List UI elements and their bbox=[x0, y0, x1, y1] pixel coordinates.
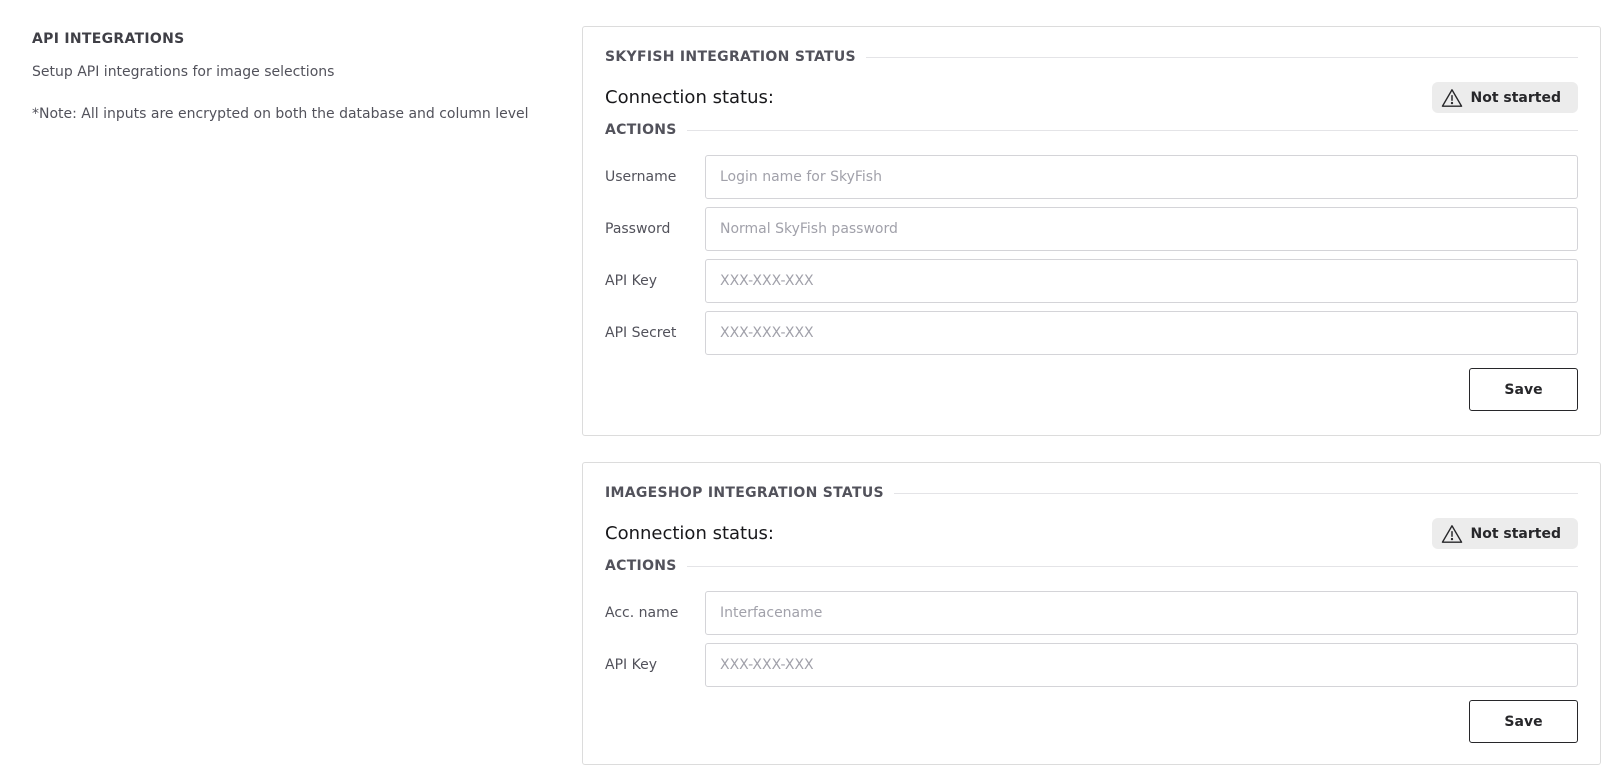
imageshop-status-title: IMAGESHOP INTEGRATION STATUS bbox=[605, 485, 884, 501]
warning-triangle-icon bbox=[1441, 88, 1462, 107]
divider bbox=[686, 129, 1578, 131]
api-key-label: API Key bbox=[605, 657, 657, 673]
status-badge-label: Not started bbox=[1470, 525, 1562, 542]
api-secret-input[interactable] bbox=[705, 311, 1578, 355]
api-secret-label: API Secret bbox=[605, 325, 677, 341]
username-label: Username bbox=[605, 169, 677, 185]
skyfish-status-header: SKYFISH INTEGRATION STATUS bbox=[605, 49, 1578, 65]
actions-title: ACTIONS bbox=[605, 122, 677, 138]
imageshop-connection-row: Connection status: Not started bbox=[605, 518, 1578, 549]
imageshop-api-key-input[interactable] bbox=[705, 643, 1578, 687]
account-name-input[interactable] bbox=[705, 591, 1578, 635]
api-key-label: API Key bbox=[605, 273, 657, 289]
encryption-note: *Note: All inputs are encrypted on both … bbox=[32, 106, 529, 122]
account-name-row: Acc. name bbox=[605, 591, 1578, 635]
api-key-row: API Key bbox=[605, 259, 1578, 303]
skyfish-connection-row: Connection status: Not started bbox=[605, 82, 1578, 113]
status-badge: Not started bbox=[1431, 518, 1578, 549]
api-secret-row: API Secret bbox=[605, 311, 1578, 355]
divider bbox=[686, 565, 1578, 567]
username-input[interactable] bbox=[705, 155, 1578, 199]
skyfish-save-button[interactable]: Save bbox=[1469, 368, 1578, 411]
connection-status-label: Connection status: bbox=[605, 523, 774, 544]
status-badge-label: Not started bbox=[1470, 89, 1562, 106]
password-input[interactable] bbox=[705, 207, 1578, 251]
skyfish-actions-header: ACTIONS bbox=[605, 122, 1578, 138]
imageshop-api-key-row: API Key bbox=[605, 643, 1578, 687]
section-title: API INTEGRATIONS bbox=[32, 31, 185, 47]
username-row: Username bbox=[605, 155, 1578, 199]
status-badge: Not started bbox=[1431, 82, 1578, 113]
imageshop-status-header: IMAGESHOP INTEGRATION STATUS bbox=[605, 485, 1578, 501]
divider bbox=[865, 56, 1578, 58]
section-description: Setup API integrations for image selecti… bbox=[32, 64, 335, 80]
imageshop-integration-card: IMAGESHOP INTEGRATION STATUS Connection … bbox=[582, 462, 1601, 765]
connection-status-label: Connection status: bbox=[605, 87, 774, 108]
password-label: Password bbox=[605, 221, 671, 237]
imageshop-actions-header: ACTIONS bbox=[605, 558, 1578, 574]
warning-triangle-icon bbox=[1441, 524, 1462, 543]
skyfish-integration-card: SKYFISH INTEGRATION STATUS Connection st… bbox=[582, 26, 1601, 436]
password-row: Password bbox=[605, 207, 1578, 251]
skyfish-status-title: SKYFISH INTEGRATION STATUS bbox=[605, 49, 856, 65]
imageshop-save-button[interactable]: Save bbox=[1469, 700, 1578, 743]
api-key-input[interactable] bbox=[705, 259, 1578, 303]
divider bbox=[893, 492, 1578, 494]
actions-title: ACTIONS bbox=[605, 558, 677, 574]
account-name-label: Acc. name bbox=[605, 605, 679, 621]
integrations-intro: API INTEGRATIONS Setup API integrations … bbox=[32, 30, 537, 125]
